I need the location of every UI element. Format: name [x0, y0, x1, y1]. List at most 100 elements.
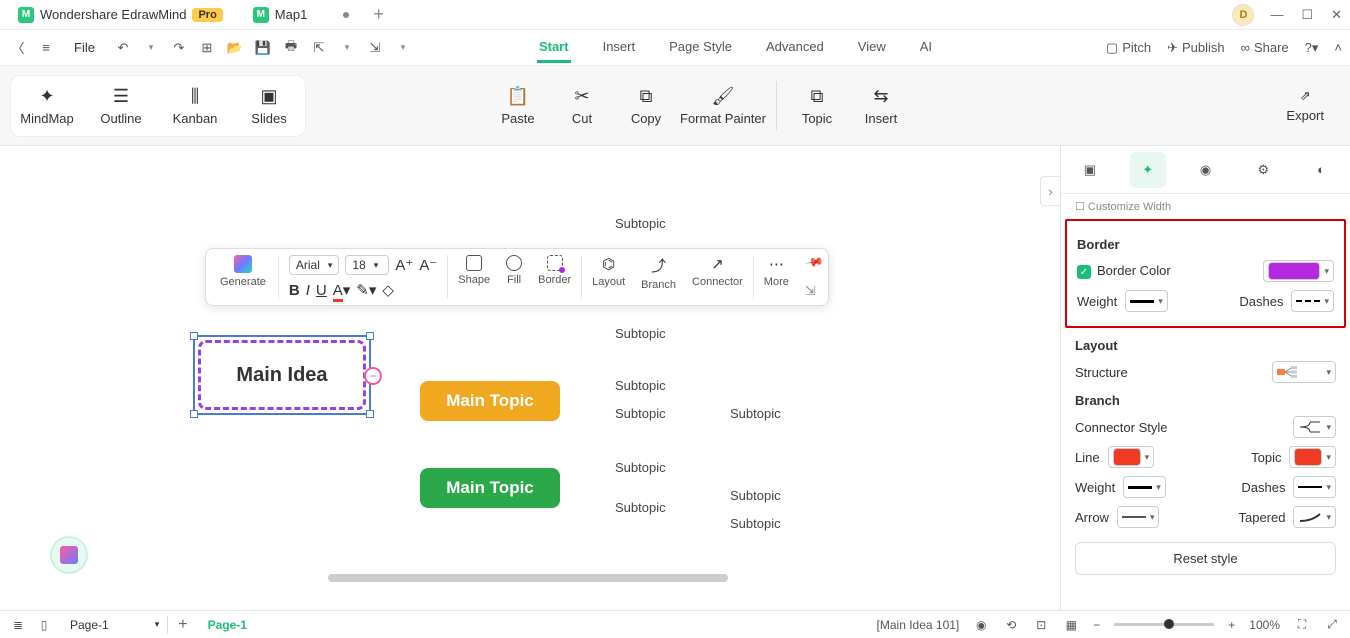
node-main-idea[interactable]: Main Idea [198, 340, 366, 410]
shape-button[interactable]: Shape [450, 253, 498, 301]
page-tab-active[interactable]: Page-1 [198, 618, 257, 632]
subtopic-node[interactable]: Subtopic [615, 326, 666, 341]
border-color-select[interactable]: ▾ [1263, 260, 1334, 282]
border-dashes-select[interactable]: ▾ [1291, 290, 1334, 312]
branch-button[interactable]: ⤴Branch [633, 253, 684, 301]
fit-screen-icon[interactable]: ⛶ [1294, 617, 1310, 633]
zoom-value[interactable]: 100% [1249, 618, 1280, 632]
status-icon-3[interactable]: ⊡ [1033, 617, 1049, 633]
expand-icon[interactable]: ⇲ [805, 283, 816, 299]
maximize-button[interactable]: ☐ [1301, 7, 1313, 23]
page-dropdown[interactable]: Page-1▾ [62, 616, 168, 634]
underline-button[interactable]: U [316, 282, 327, 299]
document-tab[interactable]: M Map1 [241, 3, 362, 27]
share-button[interactable]: ∞Share [1241, 40, 1289, 55]
tab-page-style[interactable]: Page Style [667, 33, 734, 63]
menu-icon[interactable]: ≡ [36, 40, 56, 55]
subtopic-node[interactable]: Subtopic [730, 516, 781, 531]
panel-tab-style[interactable]: ▣ [1072, 152, 1108, 188]
truncated-option[interactable]: ☐ Customize Width [1075, 200, 1336, 213]
zoom-slider-thumb[interactable] [1164, 619, 1174, 629]
file-menu[interactable]: File [74, 40, 95, 55]
cut-button[interactable]: ✂Cut [550, 80, 614, 132]
panel-collapse-button[interactable]: › [1040, 176, 1060, 206]
subtopic-node[interactable]: Subtopic [615, 216, 666, 231]
topic-color-select[interactable]: ▾ [1289, 446, 1336, 468]
fullscreen-icon[interactable]: ⤢ [1324, 617, 1340, 633]
more-button[interactable]: ⋯More [756, 253, 797, 301]
format-painter-button[interactable]: 🖌Format Painter [678, 80, 768, 132]
close-button[interactable]: ✕ [1331, 7, 1342, 23]
subtopic-node[interactable]: Subtopic [615, 406, 666, 421]
zoom-slider[interactable] [1114, 623, 1214, 626]
undo-button[interactable]: ↶ [113, 40, 133, 56]
subtopic-node[interactable]: Subtopic [615, 500, 666, 515]
clear-format-button[interactable]: ◇ [382, 281, 394, 299]
outline-view-icon[interactable]: ≣ [10, 617, 26, 633]
help-button[interactable]: ?▾ [1305, 40, 1319, 56]
reset-style-button[interactable]: Reset style [1075, 542, 1336, 575]
share-icon[interactable]: ⇲ [365, 40, 385, 56]
arrow-select[interactable]: ▾ [1117, 506, 1160, 528]
app-tab[interactable]: M Wondershare EdrawMind Pro [8, 3, 233, 27]
export-caret-icon[interactable]: ▾ [337, 42, 357, 53]
connector-button[interactable]: ↗Connector [684, 253, 751, 301]
panel-tab-history[interactable]: ◐ [1303, 152, 1339, 188]
ai-assistant-bubble[interactable] [50, 536, 88, 574]
zoom-in-button[interactable]: + [1228, 618, 1235, 632]
structure-select[interactable]: ▾ [1272, 361, 1336, 383]
highlight-button[interactable]: ✎▾ [356, 281, 376, 299]
export-icon[interactable]: ⇱ [309, 40, 329, 56]
redo-button[interactable]: ↷ [169, 40, 189, 56]
undo-history-caret-icon[interactable]: ▾ [141, 42, 161, 53]
fill-button[interactable]: Fill [498, 253, 530, 301]
border-button[interactable]: Border [530, 253, 579, 301]
branch-weight-select[interactable]: ▾ [1123, 476, 1166, 498]
publish-button[interactable]: ✈Publish [1167, 40, 1225, 56]
save-icon[interactable]: 💾 [253, 40, 273, 56]
view-kanban-button[interactable]: ⫼Kanban [163, 80, 227, 132]
zoom-out-button[interactable]: − [1093, 618, 1100, 632]
print-icon[interactable]: 🖶 [281, 37, 301, 59]
status-icon-1[interactable]: ◉ [973, 617, 989, 633]
pitch-button[interactable]: ▢Pitch [1106, 40, 1151, 56]
share-caret-icon[interactable]: ▾ [393, 42, 413, 53]
subtopic-node[interactable]: Subtopic [730, 406, 781, 421]
status-icon-4[interactable]: ▦ [1063, 617, 1079, 633]
horizontal-scrollbar[interactable] [328, 574, 728, 582]
thumbnail-view-icon[interactable]: ▯ [36, 617, 52, 633]
collapse-toggle[interactable]: − [364, 367, 382, 385]
decrease-font-icon[interactable]: A⁻ [419, 256, 437, 274]
italic-button[interactable]: I [306, 282, 310, 299]
font-name-select[interactable]: Arial▾ [289, 255, 340, 275]
tab-insert[interactable]: Insert [601, 33, 638, 63]
copy-button[interactable]: ⧉Copy [614, 80, 678, 132]
increase-font-icon[interactable]: A⁺ [395, 256, 413, 274]
insert-button[interactable]: ⇆Insert [849, 80, 913, 132]
add-tab-button[interactable]: + [373, 4, 384, 25]
tab-advanced[interactable]: Advanced [764, 33, 826, 63]
border-weight-select[interactable]: ▾ [1125, 290, 1168, 312]
view-outline-button[interactable]: ☰Outline [89, 80, 153, 132]
back-button[interactable]: 〈 [8, 38, 28, 57]
floating-toolbar[interactable]: 📌 Generate Arial▾ 18▾ A⁺ A⁻ B [205, 248, 829, 306]
connector-style-select[interactable]: ▾ [1293, 416, 1336, 438]
view-mindmap-button[interactable]: ✦MindMap [15, 80, 79, 132]
add-page-button[interactable]: + [178, 616, 187, 634]
collapse-ribbon-button[interactable]: ˄ [1334, 40, 1342, 55]
open-icon[interactable]: 📂 [225, 40, 245, 56]
panel-tab-format[interactable]: ✦ [1130, 152, 1166, 188]
node-main-topic-1[interactable]: Main Topic [420, 381, 560, 421]
panel-tab-location[interactable]: ◉ [1187, 152, 1223, 188]
node-main-topic-2[interactable]: Main Topic [420, 468, 560, 508]
line-color-select[interactable]: ▾ [1108, 446, 1155, 468]
font-color-button[interactable]: A▾ [333, 281, 351, 299]
paste-button[interactable]: 📋Paste [486, 80, 550, 132]
subtopic-node[interactable]: Subtopic [615, 378, 666, 393]
branch-dashes-select[interactable]: ▾ [1293, 476, 1336, 498]
font-size-select[interactable]: 18▾ [345, 255, 389, 275]
layout-button[interactable]: ⌬Layout [584, 253, 633, 301]
tab-ai[interactable]: AI [918, 33, 934, 63]
panel-tab-settings[interactable]: ⚙ [1245, 152, 1281, 188]
subtopic-node[interactable]: Subtopic [730, 488, 781, 503]
